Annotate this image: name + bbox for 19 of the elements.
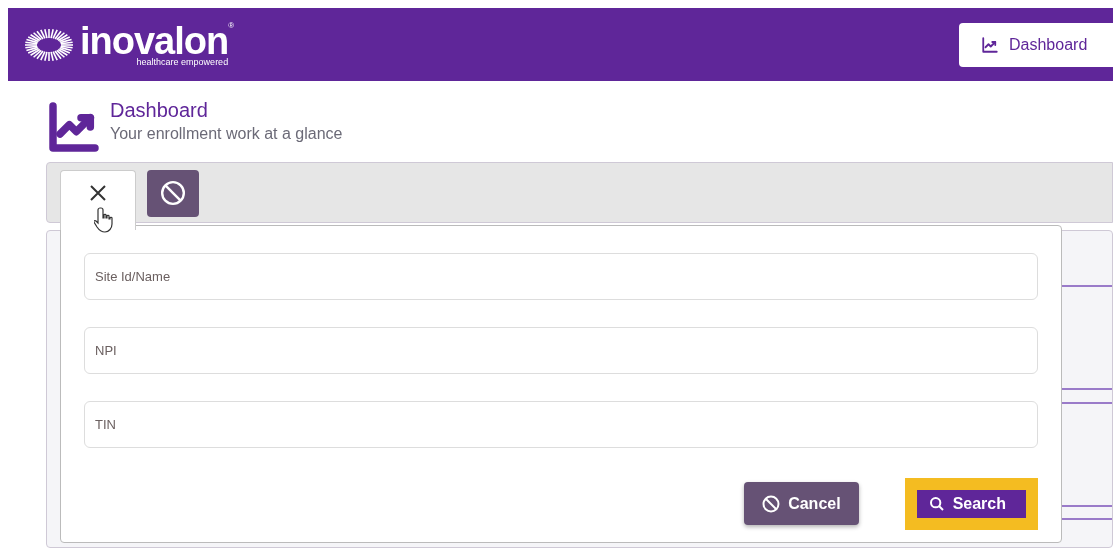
page-subtitle: Your enrollment work at a glance: [110, 125, 343, 143]
input-field[interactable]: NPI: [84, 327, 1038, 374]
close-tab[interactable]: [60, 170, 136, 230]
chart-icon: [981, 35, 999, 54]
input-field[interactable]: TIN: [84, 401, 1038, 448]
dashboard-button[interactable]: Dashboard: [959, 22, 1113, 67]
block-tab[interactable]: [147, 170, 199, 217]
page-title: Dashboard: [110, 99, 209, 122]
block-icon: [160, 180, 186, 206]
search-button[interactable]: Search: [916, 489, 1026, 518]
close-icon: [88, 183, 108, 203]
block-icon: [762, 494, 781, 513]
input-field[interactable]: Site Id/Name: [84, 253, 1038, 300]
logo-sunburst-icon: [24, 27, 74, 62]
registered-mark: ®: [228, 22, 235, 30]
search-icon: [928, 495, 945, 512]
logo-tagline: healthcare empowered: [136, 58, 229, 67]
cancel-button[interactable]: Cancel: [744, 482, 859, 525]
chart-icon: [46, 99, 102, 155]
